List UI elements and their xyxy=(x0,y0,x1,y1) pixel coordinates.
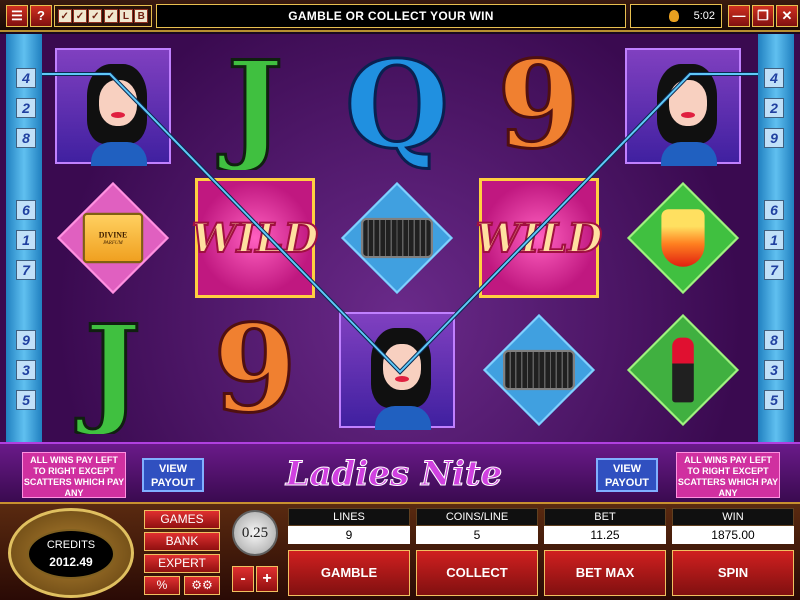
symbol-lady xyxy=(618,42,748,170)
symbol-j: J xyxy=(190,42,320,170)
win-display: WIN 1875.00 xyxy=(672,508,794,546)
payline-number[interactable]: 4 xyxy=(764,68,784,88)
symbol-lipstick xyxy=(618,306,748,434)
payline-rail-right: 4 2 9 6 1 7 8 3 5 xyxy=(758,34,794,444)
bank-button[interactable]: BANK xyxy=(144,532,220,551)
reels: DIVINE PARFUM J J WILD 9 Q 9 WILD xyxy=(44,40,756,436)
clock-time: 5:02 xyxy=(693,10,715,22)
credits-label: CREDITS xyxy=(46,539,96,551)
percent-button[interactable]: % xyxy=(144,576,180,595)
payline-number[interactable]: 6 xyxy=(16,200,36,220)
payline-number[interactable]: 7 xyxy=(764,260,784,280)
bet-value: 11.25 xyxy=(544,526,666,544)
view-payout-button-right[interactable]: VIEW PAYOUT xyxy=(596,458,658,492)
payline-rail-left: 4 2 8 6 1 7 9 3 5 xyxy=(6,34,42,444)
symbol-nine: 9 xyxy=(190,306,320,434)
gamble-button[interactable]: GAMBLE xyxy=(288,550,410,596)
symbol-j: J xyxy=(48,306,178,434)
lines-value: 9 xyxy=(288,526,410,544)
symbol-lady xyxy=(48,42,178,170)
payline-number[interactable]: 3 xyxy=(764,360,784,380)
payline-number[interactable]: 3 xyxy=(16,360,36,380)
symbol-letter: Q xyxy=(343,42,451,170)
perfume-label: DIVINE xyxy=(98,230,128,240)
coin-minus-button[interactable]: - xyxy=(232,566,254,592)
payline-number[interactable]: 1 xyxy=(764,230,784,250)
autoplay-icon[interactable]: ✓ xyxy=(57,9,72,23)
check-icon[interactable]: ✓ xyxy=(72,9,87,23)
close-icon[interactable]: ✕ xyxy=(776,5,798,27)
game-logo: Ladies Nite xyxy=(285,454,503,495)
coin-value: 0.25 xyxy=(232,510,278,556)
symbol-lady xyxy=(332,306,462,434)
rules-text-left: ALL WINS PAY LEFT TO RIGHT EXCEPT SCATTE… xyxy=(22,452,126,498)
symbol-letter: J xyxy=(225,42,285,170)
payline-number[interactable]: 7 xyxy=(16,260,36,280)
coin-plus-button[interactable]: + xyxy=(256,566,278,592)
wild-label: WILD xyxy=(475,214,603,263)
restore-icon[interactable]: ❐ xyxy=(752,5,774,27)
symbol-letter: J xyxy=(83,306,143,434)
rules-text-right: ALL WINS PAY LEFT TO RIGHT EXCEPT SCATTE… xyxy=(676,452,780,498)
symbol-letter: 9 xyxy=(496,42,582,170)
payline-number[interactable]: 5 xyxy=(764,390,784,410)
symbol-q: Q xyxy=(332,42,462,170)
payline-number[interactable]: 5 xyxy=(16,390,36,410)
minimize-icon[interactable]: — xyxy=(728,5,750,27)
symbol-nine: 9 xyxy=(474,42,604,170)
expert-button[interactable]: EXPERT xyxy=(144,554,220,573)
sound-icon[interactable] xyxy=(669,10,679,22)
spin-button[interactable]: SPIN xyxy=(672,550,794,596)
top-bar: ☰ ? ✓ ✓ ✓ ✓ L B GAMBLE OR COLLECT YOUR W… xyxy=(0,0,800,32)
symbol-letter: 9 xyxy=(212,306,298,434)
bet-label: BET xyxy=(544,508,666,526)
symbol-cocktail xyxy=(618,174,748,302)
collect-button[interactable]: COLLECT xyxy=(416,550,538,596)
gears-icon[interactable]: ⚙⚙ xyxy=(184,576,220,595)
payline-number[interactable]: 8 xyxy=(16,128,36,148)
win-value: 1875.00 xyxy=(672,526,794,544)
payline-number[interactable]: 2 xyxy=(16,98,36,118)
payline-number[interactable]: 9 xyxy=(764,128,784,148)
lines-display: LINES 9 xyxy=(288,508,410,546)
credits-value: 2012.49 xyxy=(49,555,93,569)
coins-value: 5 xyxy=(416,526,538,544)
symbol-purse xyxy=(332,174,462,302)
symbol-purse xyxy=(474,306,604,434)
payline-number[interactable]: 8 xyxy=(764,330,784,350)
lines-label: LINES xyxy=(288,508,410,526)
help-button[interactable]: ? xyxy=(30,5,52,27)
game-menu: GAMES BANK EXPERT % ⚙⚙ xyxy=(144,510,220,598)
payline-number[interactable]: 1 xyxy=(16,230,36,250)
clock-display: 5:02 xyxy=(630,4,722,28)
payline-number[interactable]: 9 xyxy=(16,330,36,350)
reel-area: 4 2 8 6 1 7 9 3 5 4 2 9 6 1 7 8 3 5 DIVI… xyxy=(0,34,800,504)
check-icon[interactable]: ✓ xyxy=(88,9,103,23)
check-icon[interactable]: ✓ xyxy=(103,9,118,23)
options-toolbar: ✓ ✓ ✓ ✓ L B xyxy=(54,5,152,27)
coins-label: COINS/LINE xyxy=(416,508,538,526)
win-label: WIN xyxy=(672,508,794,526)
symbol-wild: WILD xyxy=(190,174,320,302)
bet-max-button[interactable]: BET MAX xyxy=(544,550,666,596)
view-payout-button-left[interactable]: VIEW PAYOUT xyxy=(142,458,204,492)
payline-number[interactable]: 6 xyxy=(764,200,784,220)
option-l[interactable]: L xyxy=(118,9,133,23)
info-strip: ALL WINS PAY LEFT TO RIGHT EXCEPT SCATTE… xyxy=(0,442,800,502)
message-display: GAMBLE OR COLLECT YOUR WIN xyxy=(156,4,626,28)
payline-number[interactable]: 4 xyxy=(16,68,36,88)
bet-display: BET 11.25 xyxy=(544,508,666,546)
symbol-wild: WILD xyxy=(474,174,604,302)
perfume-sublabel: PARFUM xyxy=(103,239,123,246)
option-b[interactable]: B xyxy=(134,9,149,23)
menu-icon[interactable]: ☰ xyxy=(6,5,28,27)
credits-panel: CREDITS 2012.49 xyxy=(8,508,134,598)
coins-display: COINS/LINE 5 xyxy=(416,508,538,546)
wild-label: WILD xyxy=(191,214,319,263)
symbol-perfume: DIVINE PARFUM xyxy=(48,174,178,302)
control-console: CREDITS 2012.49 GAMES BANK EXPERT % ⚙⚙ 0… xyxy=(0,502,800,600)
payline-number[interactable]: 2 xyxy=(764,98,784,118)
games-button[interactable]: GAMES xyxy=(144,510,220,529)
